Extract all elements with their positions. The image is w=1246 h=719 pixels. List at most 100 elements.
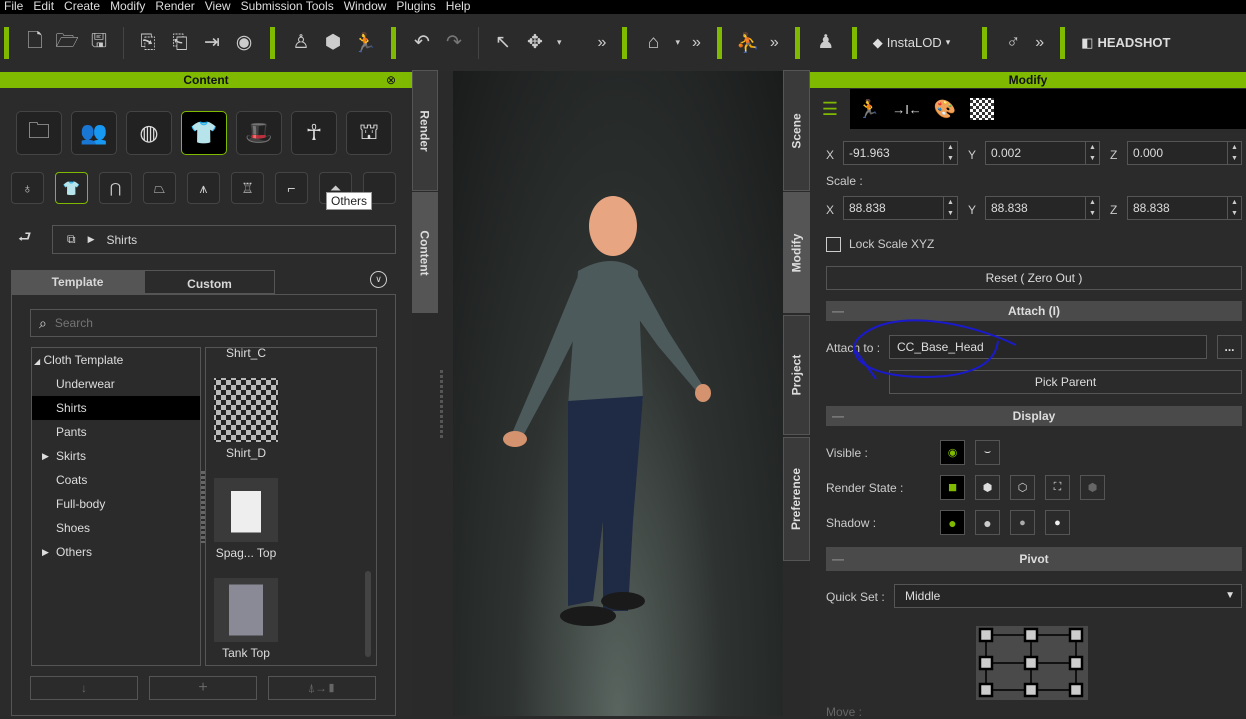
display-section-header[interactable]: — Display [826,406,1242,426]
tab-modify[interactable]: Modify [783,192,810,313]
skirt-icon[interactable]: ⏢ [143,172,176,204]
menu-plugins[interactable]: Plugins [392,0,441,14]
fit-icon[interactable]: →I← [888,102,926,117]
download-button[interactable]: ↓ [30,676,138,700]
headshot-button[interactable]: ◧ HEADSHOT [1075,35,1176,51]
preview-icon[interactable]: ◉ [228,27,260,59]
accessory-icon[interactable]: 🎩 [236,111,282,155]
back-icon[interactable]: ⮐ [18,227,32,252]
pivot-grid[interactable] [976,626,1088,700]
menu-edit[interactable]: Edit [29,0,60,14]
character-icon[interactable]: ♟ [810,27,842,59]
dress-icon[interactable]: ♖ [231,172,264,204]
shadow-cast-icon[interactable]: ● [975,510,1000,535]
scrollbar[interactable] [365,571,371,657]
pants-icon[interactable]: ⋂ [99,172,132,204]
texture-icon[interactable] [970,98,994,120]
thumbnail-spaghetti-top[interactable] [214,478,278,542]
home-icon[interactable]: ⌂ [637,27,669,59]
reset-button[interactable]: Reset ( Zero Out ) [826,266,1242,290]
position-x-field[interactable]: -91.963 ▲ ▼ [843,141,958,165]
position-y-field[interactable]: 0.002 ▲ ▼ [985,141,1100,165]
menu-submission-tools[interactable]: Submission Tools [237,0,340,14]
tree-item-full-body[interactable]: Full-body [32,492,200,516]
menu-render[interactable]: Render [151,0,200,14]
hidden-eye-icon[interactable]: ⌣ [975,440,1000,465]
import-ic-icon[interactable]: ⎗ [164,27,196,59]
pivot-section-header[interactable]: — Pivot [826,547,1242,571]
shadow-full-icon[interactable]: ● [940,510,965,535]
clothing-icon[interactable]: 👕 [181,111,227,155]
material-icon[interactable]: ◍ [126,111,172,155]
spinner-icon[interactable]: ▲ ▼ [943,142,957,164]
select-arrow-icon[interactable]: ↖ [487,27,519,59]
import-character-icon[interactable]: ⎘ [132,27,164,59]
tab-scene[interactable]: Scene [783,70,810,191]
tree-item-skirts[interactable]: ▶ Skirts [32,444,200,468]
motion-icon[interactable]: 🏃 [850,99,888,120]
menu-help[interactable]: Help [442,0,477,14]
tree-item-coats[interactable]: Coats [32,468,200,492]
search-input[interactable] [54,316,210,330]
more-icon[interactable]: » [598,34,607,52]
stage-icon[interactable]: ⛫ [346,111,392,155]
panel-divider-handle[interactable] [440,370,443,440]
more-icon[interactable]: » [692,34,701,52]
tree-item-underwear[interactable]: Underwear [32,372,200,396]
bounding-box-icon[interactable]: ⛶ [1045,475,1070,500]
shadow-receive-icon[interactable]: ● [1010,510,1035,535]
visible-eye-icon[interactable]: ◉ [940,440,965,465]
export-icon[interactable]: ⇥ [196,27,228,59]
tree-root[interactable]: ◢ Cloth Template [32,348,200,372]
tree-item-shirts[interactable]: Shirts [32,396,200,420]
add-button[interactable]: + [149,676,257,700]
shaded-cube-icon[interactable]: ⬢ [975,475,1000,500]
scale-y-field[interactable]: 88.838 ▲ ▼ [985,196,1100,220]
instalod-button[interactable]: ◆ InstaLOD ▾ [867,35,956,51]
scale-x-field[interactable]: 88.838 ▲ ▼ [843,196,958,220]
spinner-icon[interactable]: ▲ ▼ [1227,197,1241,219]
tab-project[interactable]: Project [783,315,810,435]
spinner-icon[interactable]: ▲ ▼ [1085,142,1099,164]
tab-content[interactable]: Content [412,192,438,313]
character-transfer-icon[interactable]: ♙ [285,27,317,59]
wireframe-cube-icon[interactable]: ⬡ [1010,475,1035,500]
close-icon[interactable]: ⊗ [386,72,396,88]
menu-create[interactable]: Create [60,0,106,14]
apply-button[interactable]: ⍋→▮ [268,676,376,700]
tab-template[interactable]: Template [11,270,144,294]
more-icon[interactable]: » [770,34,779,52]
position-z-field[interactable]: 0.000 ▲ ▼ [1127,141,1242,165]
object-transfer-icon[interactable]: ⬢ [317,27,349,59]
new-file-icon[interactable]: 🗋 [19,27,51,59]
spinner-icon[interactable]: ▲ ▼ [1227,142,1241,164]
open-folder-icon[interactable]: 🗁 [51,27,83,59]
underwear-icon[interactable]: ♁ [11,172,44,204]
transform-icon[interactable]: ☰ [810,89,850,129]
move-icon[interactable]: ✥ [519,27,551,59]
thumbnail-shirt-d[interactable] [214,378,278,442]
undo-icon[interactable]: ↶ [406,27,438,59]
spinner-icon[interactable]: ▲ ▼ [943,197,957,219]
lock-scale-checkbox[interactable] [826,237,841,252]
pose-icon[interactable]: ⛹ [732,27,764,59]
tree-item-others[interactable]: ▶ Others [32,540,200,564]
menu-view[interactable]: View [201,0,237,14]
shoe-icon[interactable]: ⌐ [275,172,308,204]
coat-icon[interactable]: ⩚ [187,172,220,204]
3d-viewport[interactable] [453,71,783,716]
tree-item-shoes[interactable]: Shoes [32,516,200,540]
material-icon[interactable]: 🎨 [926,99,964,120]
tab-preference[interactable]: Preference [783,437,810,561]
pose-icon[interactable]: ☥ [291,111,337,155]
browse-button[interactable]: ... [1217,335,1242,359]
quick-set-dropdown[interactable]: Middle ▼ [894,584,1242,608]
tree-item-pants[interactable]: Pants [32,420,200,444]
spring-icon[interactable]: ♂ [997,27,1029,59]
folder-icon[interactable]: 🗀 [16,111,62,155]
shadow-none-icon[interactable]: ● [1045,510,1070,535]
menu-modify[interactable]: Modify [106,0,151,14]
shirt-icon[interactable]: 👕 [55,172,88,204]
thumbnail-tank-top[interactable] [214,578,278,642]
save-icon[interactable]: 🖫 [83,27,115,59]
